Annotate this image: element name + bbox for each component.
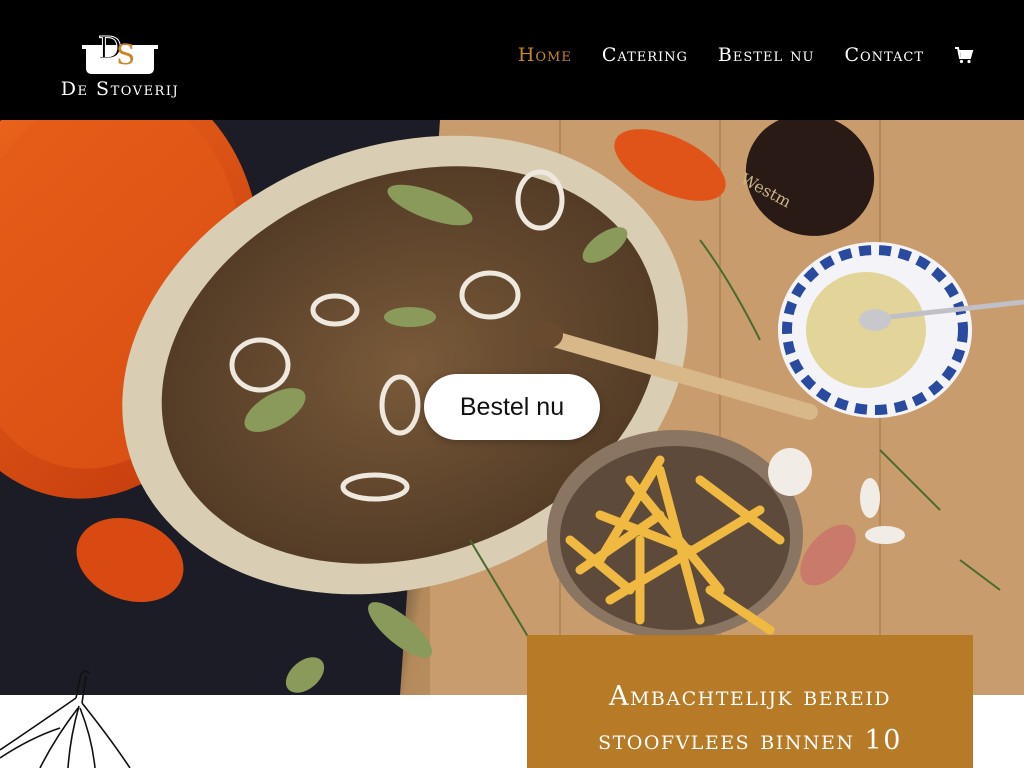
hero-section: Westm Bestel nu: [0, 120, 1024, 695]
pot-logo-icon: D S: [82, 31, 158, 74]
logo-text: De Stoverij: [60, 78, 180, 100]
nav-item-bestel-nu[interactable]: Bestel nu: [718, 44, 815, 66]
promo-line-2: stoofvlees binnen 10: [598, 725, 902, 756]
promo-line-1: Ambachtelijk bereid: [608, 681, 892, 712]
promo-heading: Ambachtelijk bereid stoofvlees binnen 10: [527, 675, 973, 763]
site-header: D S De Stoverij Home Catering Bestel nu …: [0, 0, 1024, 120]
nav-item-contact[interactable]: Contact: [844, 44, 924, 66]
main-nav: Home Catering Bestel nu Contact: [488, 44, 974, 66]
promo-box: Ambachtelijk bereid stoofvlees binnen 10: [527, 635, 973, 768]
logo[interactable]: D S De Stoverij: [50, 28, 190, 103]
onion-illustration: [0, 670, 131, 768]
hero-order-button[interactable]: Bestel nu: [424, 374, 600, 440]
shopping-cart-icon[interactable]: [954, 45, 974, 65]
svg-text:S: S: [116, 38, 135, 71]
nav-item-catering[interactable]: Catering: [602, 44, 688, 66]
nav-item-home[interactable]: Home: [518, 44, 572, 66]
